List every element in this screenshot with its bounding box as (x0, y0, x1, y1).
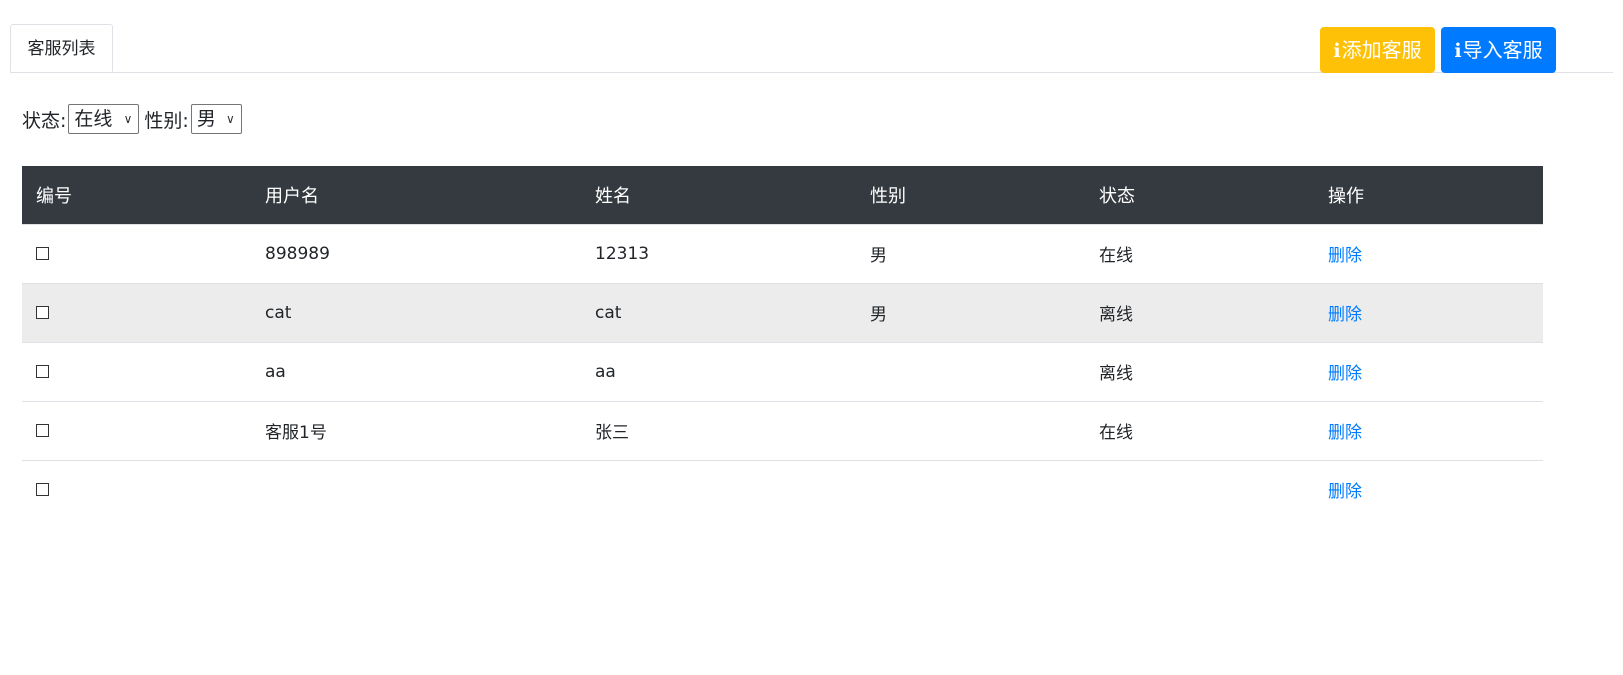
cell-username: aa (251, 341, 581, 401)
gender-select[interactable]: 男 ∨ (190, 104, 242, 134)
info-icon: i (1454, 40, 1462, 62)
cell-name: aa (581, 341, 856, 401)
page: 客服列表 i添加客服 i导入客服 状态: 在线 ∨ 性别: 男 ∨ 编号 用户名… (0, 0, 1623, 675)
cell-status (1085, 459, 1314, 519)
table-row: 客服1号 张三 在线 删除 (22, 400, 1543, 460)
delete-link[interactable]: 删除 (1328, 364, 1362, 384)
table-row: 删除 (22, 459, 1543, 519)
service-table: 编号 用户名 姓名 性别 状态 操作 898989 12313 男 在线 删除 … (22, 166, 1543, 519)
cell-status: 离线 (1085, 282, 1314, 342)
column-header-gender: 性别 (870, 185, 906, 207)
cell-username: 898989 (251, 223, 581, 283)
filters: 状态: 在线 ∨ 性别: 男 ∨ (22, 104, 247, 134)
row-checkbox[interactable] (36, 247, 49, 260)
cell-gender: 男 (856, 282, 1085, 342)
add-service-label: 添加客服 (1341, 38, 1422, 62)
column-header-status: 状态 (1099, 185, 1135, 207)
column-header-name: 姓名 (595, 185, 631, 207)
import-service-button[interactable]: i导入客服 (1441, 27, 1556, 73)
cell-gender (856, 400, 1085, 460)
row-checkbox[interactable] (36, 365, 49, 378)
cell-status: 在线 (1085, 223, 1314, 283)
row-checkbox[interactable] (36, 424, 49, 437)
chevron-down-icon: ∨ (226, 112, 235, 126)
delete-link[interactable]: 删除 (1328, 423, 1362, 443)
info-icon: i (1333, 40, 1341, 62)
table-row: 898989 12313 男 在线 删除 (22, 223, 1543, 283)
cell-name: 张三 (581, 400, 856, 460)
status-filter-label: 状态: (22, 109, 67, 132)
delete-link[interactable]: 删除 (1328, 482, 1362, 502)
table-row: aa aa 离线 删除 (22, 341, 1543, 401)
column-header-action: 操作 (1328, 185, 1364, 207)
cell-username: cat (251, 282, 581, 342)
delete-link[interactable]: 删除 (1328, 246, 1362, 266)
chevron-down-icon: ∨ (123, 112, 133, 126)
cell-username: 客服1号 (251, 400, 581, 460)
status-select-value: 在线 (74, 108, 113, 130)
cell-gender: 男 (856, 223, 1085, 283)
cell-username (251, 459, 581, 519)
table-row: cat cat 男 离线 删除 (22, 282, 1543, 342)
row-checkbox[interactable] (36, 306, 49, 319)
table-header-row: 编号 用户名 姓名 性别 状态 操作 (22, 166, 1543, 224)
tab-service-list[interactable]: 客服列表 (10, 24, 113, 72)
cell-name: cat (581, 282, 856, 342)
cell-name: 12313 (581, 223, 856, 283)
gender-select-value: 男 (196, 108, 216, 130)
row-checkbox[interactable] (36, 483, 49, 496)
import-service-label: 导入客服 (1462, 38, 1543, 62)
cell-status: 离线 (1085, 341, 1314, 401)
column-header-username: 用户名 (265, 185, 319, 207)
delete-link[interactable]: 删除 (1328, 305, 1362, 325)
status-select[interactable]: 在线 ∨ (68, 104, 140, 134)
add-service-button[interactable]: i添加客服 (1320, 27, 1435, 73)
cell-name (581, 459, 856, 519)
cell-gender (856, 341, 1085, 401)
gender-filter-label: 性别: (144, 109, 189, 132)
cell-gender (856, 459, 1085, 519)
column-header-id: 编号 (36, 185, 72, 207)
cell-status: 在线 (1085, 400, 1314, 460)
